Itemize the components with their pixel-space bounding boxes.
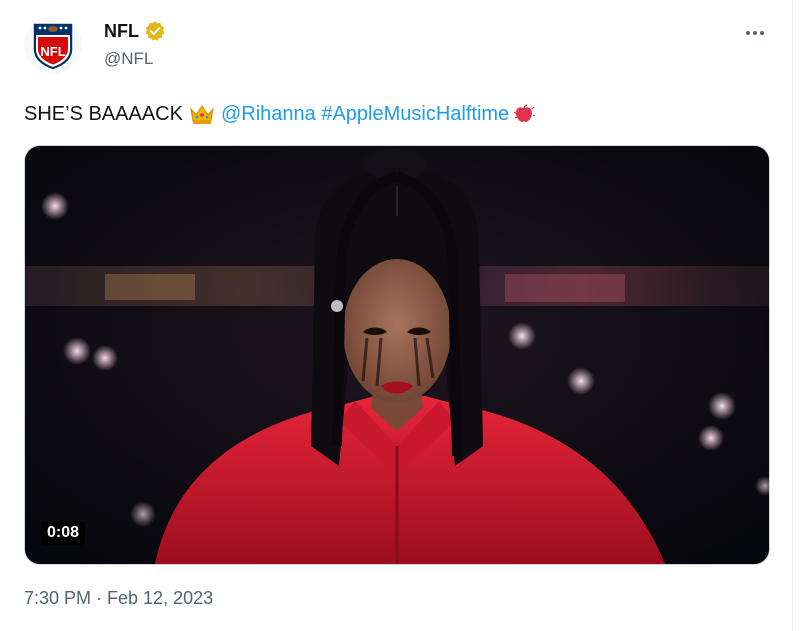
tweet-video[interactable]: 0:08: [24, 145, 770, 565]
author-handle[interactable]: @NFL: [104, 49, 153, 69]
tweet-text-lead: SHE’S BAAAACK: [24, 103, 183, 125]
video-duration-badge: 0:08: [41, 521, 86, 545]
verified-badge-icon[interactable]: [144, 20, 166, 42]
mention-link[interactable]: @Rihanna: [221, 101, 316, 127]
author-avatar[interactable]: NFL: [24, 16, 82, 74]
video-thumbnail: [25, 146, 769, 564]
svg-text:NFL: NFL: [40, 44, 65, 59]
crown-emoji-icon: [190, 105, 214, 124]
tweet-timestamp[interactable]: 7:30 PM · Feb 12, 2023: [24, 588, 213, 609]
author-display-name[interactable]: NFL: [104, 21, 139, 42]
hashtag-link[interactable]: #AppleMusicHalftime: [321, 101, 509, 127]
author-name-row[interactable]: NFL: [104, 20, 166, 42]
more-options-icon[interactable]: [738, 20, 772, 46]
tweet-text: SHE’S BAAAACK @Rihanna #AppleMusicHalfti…: [24, 101, 541, 127]
nfl-shield-logo-icon: NFL: [32, 22, 74, 71]
tweet-card: NFL NFL @NFL SHE’S BAAAACK @Rihanna #App…: [0, 0, 793, 631]
apple-music-emoji-icon: [513, 104, 536, 122]
